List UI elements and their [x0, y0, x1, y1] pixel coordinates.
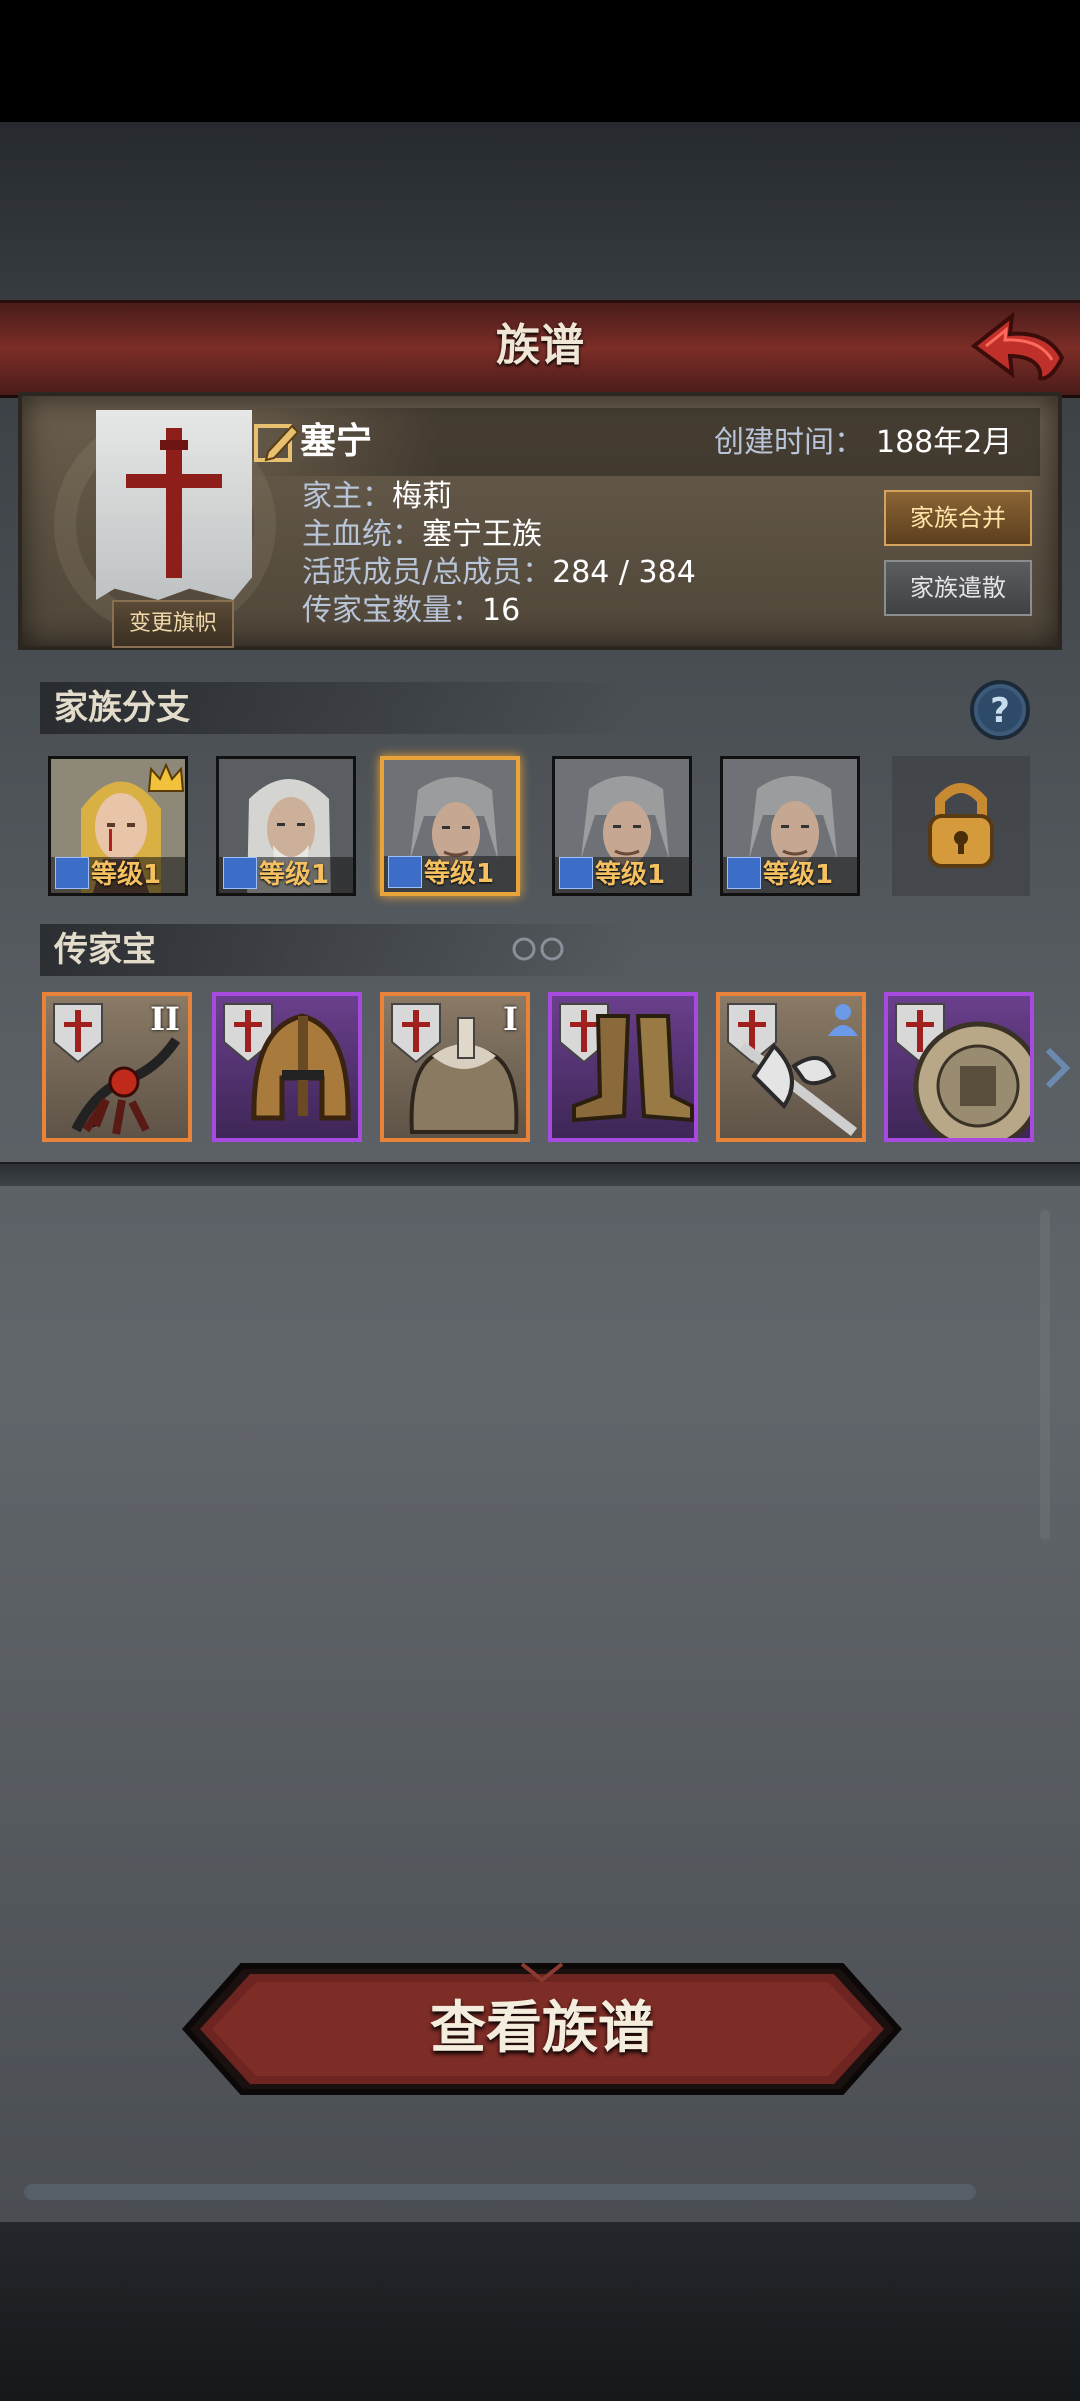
round-shield-icon: [913, 1021, 1030, 1138]
heirloom-boots[interactable]: [548, 992, 698, 1142]
person-icon: [828, 1004, 858, 1036]
created-label: 创建时间：: [714, 425, 864, 460]
bloodline-value: 塞宁王族: [422, 517, 542, 552]
members-value: 284 / 384: [552, 555, 696, 590]
question-icon: ?: [970, 680, 1030, 740]
axe-icon: [738, 1042, 858, 1136]
pencil-icon: [254, 424, 300, 462]
branch-member-3[interactable]: 等级1: [380, 756, 520, 896]
back-arrow-icon: [970, 311, 1065, 381]
help-button[interactable]: ?: [968, 678, 1032, 742]
flail-icon: [71, 1037, 181, 1135]
heirloom-flail[interactable]: II: [42, 992, 192, 1142]
heirloom-shield[interactable]: [884, 992, 1034, 1142]
members-row: 活跃成员/总成员：284 / 384: [302, 554, 696, 592]
section-divider: [0, 1162, 1080, 1186]
head-label: 家主：: [302, 479, 392, 514]
sword-crest-icon: [126, 428, 222, 578]
locked-branch-slot[interactable]: [892, 756, 1030, 896]
members-label: 活跃成员/总成员：: [302, 555, 553, 590]
sword-level-icon: [55, 857, 89, 889]
branch-member-2[interactable]: 等级1: [216, 756, 356, 896]
branch-member-1[interactable]: 等级1: [48, 756, 188, 896]
branches-title: 家族分支: [40, 682, 640, 734]
family-name: 塞宁: [300, 421, 373, 462]
heirloom-count-value: 16: [482, 593, 521, 628]
heirloom-count-label: 传家宝数量：: [302, 593, 482, 628]
heirloom-axe[interactable]: [716, 992, 866, 1142]
bloodline-label: 主血统：: [302, 517, 422, 552]
member-level: 等级1: [763, 860, 834, 890]
merge-family-button[interactable]: 家族合并: [884, 490, 1032, 546]
head-value: 梅莉: [392, 479, 452, 514]
sword-level-icon: [727, 857, 761, 889]
edit-name-button[interactable]: [252, 418, 300, 466]
change-banner-button[interactable]: 变更旗帜: [112, 600, 234, 648]
view-family-tree-button[interactable]: 查看族谱: [182, 1962, 902, 2096]
page-indicator: [512, 937, 564, 961]
family-head-row: 家主：梅莉: [302, 478, 452, 516]
heirloom-tier: I: [503, 1000, 518, 1038]
background-bottom: [0, 2222, 1080, 2401]
scrollbar[interactable]: [1040, 1210, 1050, 1540]
padlock-icon: [928, 783, 994, 868]
bloodline-row: 主血统：塞宁王族: [302, 516, 542, 554]
helmet-icon: [251, 1013, 351, 1121]
branch-member-5[interactable]: 等级1: [720, 756, 860, 896]
member-level: 等级1: [595, 860, 666, 890]
boots-icon: [572, 1014, 694, 1123]
heirloom-count-row: 传家宝数量：16: [302, 592, 520, 630]
member-level: 等级1: [259, 860, 330, 890]
crown-icon: [147, 763, 185, 792]
created-value: 188年2月: [876, 425, 1013, 460]
sword-level-icon: [388, 856, 422, 888]
member-level: 等级1: [91, 860, 162, 890]
branch-member-4[interactable]: 等级1: [552, 756, 692, 896]
back-button[interactable]: [970, 308, 1066, 384]
sword-level-icon: [223, 857, 257, 889]
bottom-progress-bar: [24, 2184, 976, 2200]
sword-level-icon: [559, 857, 593, 889]
svg-text:?: ?: [990, 691, 1010, 731]
status-bar: [0, 0, 1080, 122]
disband-family-button[interactable]: 家族遣散: [884, 560, 1032, 616]
heirloom-fur-coat[interactable]: I: [380, 992, 530, 1142]
heirloom-tier: II: [150, 1000, 180, 1038]
member-level: 等级1: [424, 859, 495, 889]
family-banner[interactable]: [96, 410, 252, 600]
page-title: 族谱: [496, 320, 584, 371]
chevron-right-icon[interactable]: [1042, 1046, 1070, 1090]
heirloom-helmet[interactable]: [212, 992, 362, 1142]
